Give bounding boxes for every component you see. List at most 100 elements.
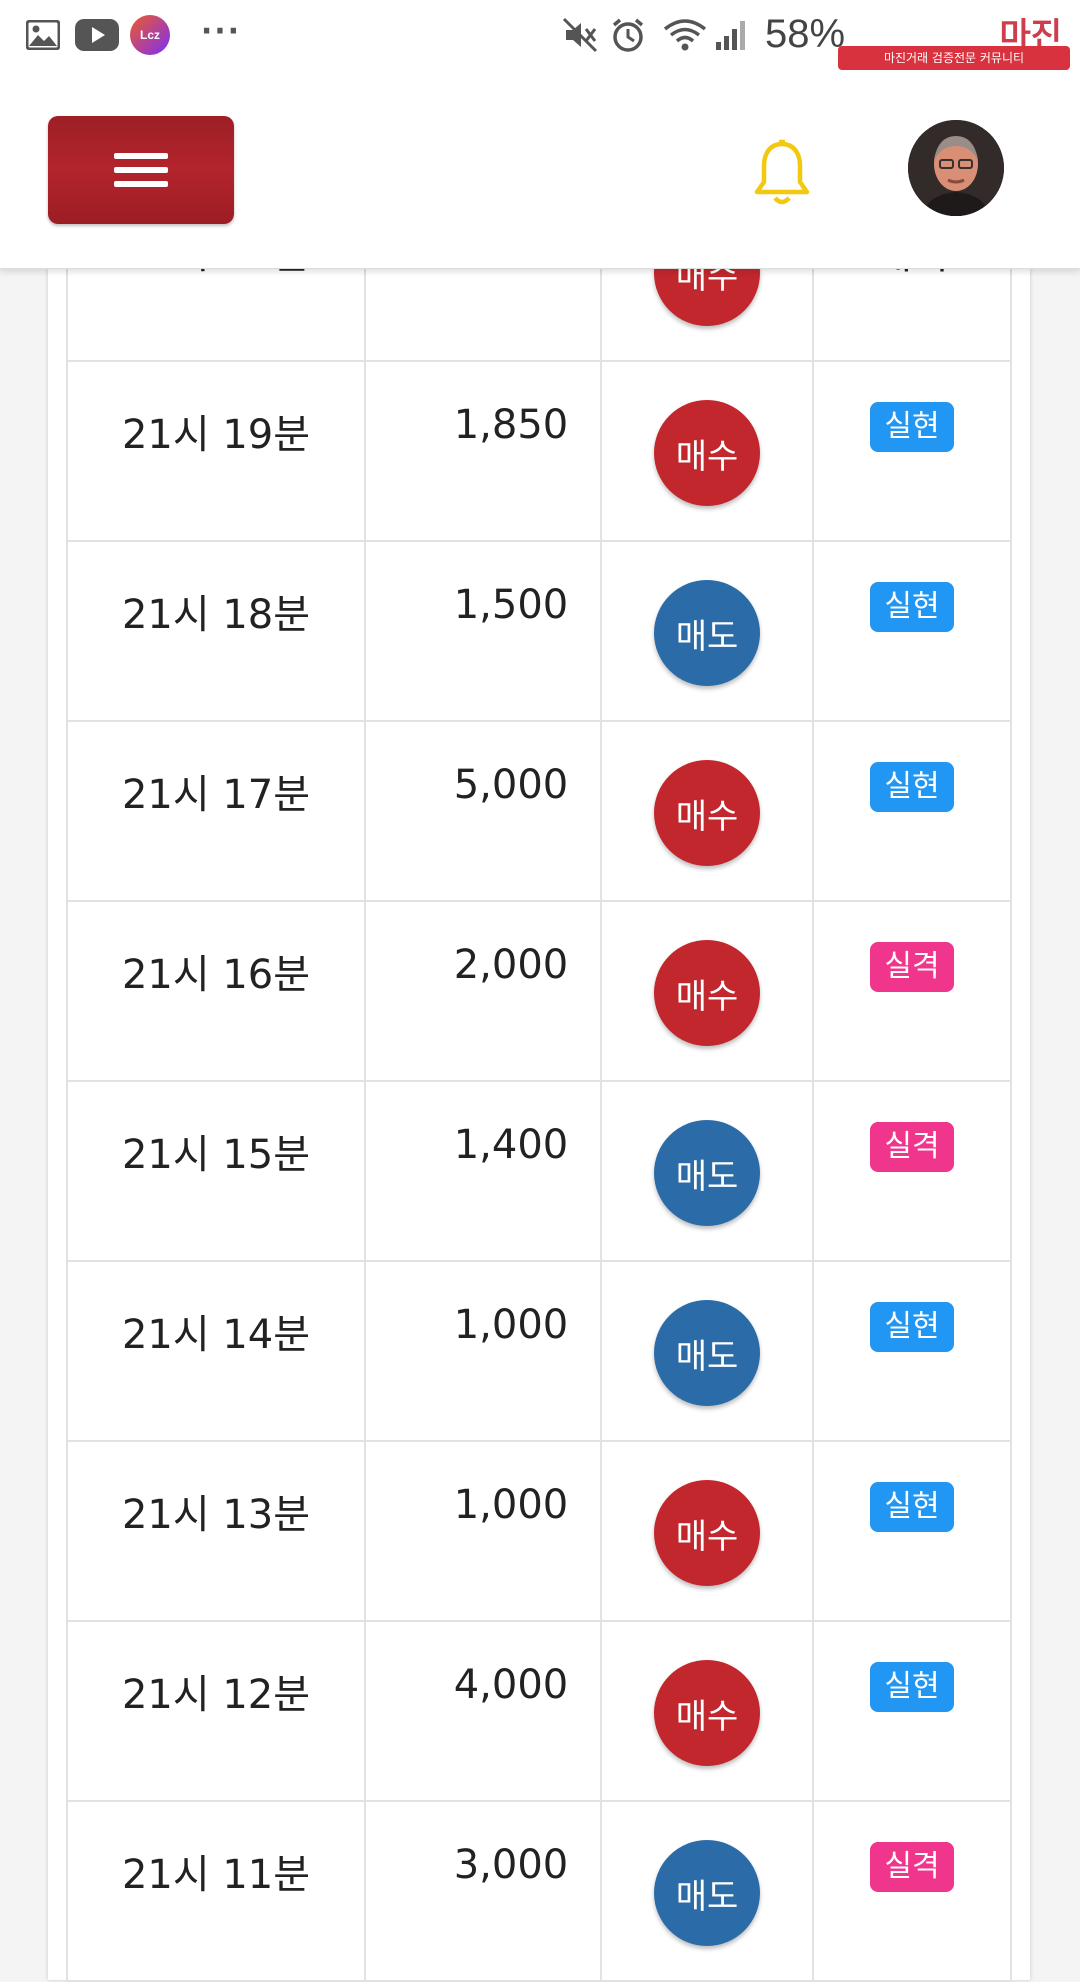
result-realized-badge: 실현 xyxy=(870,1662,954,1712)
hamburger-icon xyxy=(114,145,168,195)
watermark: 마진 마진거래 검증전문 커뮤니티 xyxy=(838,8,1070,70)
trade-time: 21시 15분 xyxy=(121,1132,311,1178)
sell-badge: 매도 xyxy=(654,580,760,686)
buy-badge: 매수 xyxy=(654,400,760,506)
table-row: 21시 18분 1,500 매도 실현 xyxy=(66,540,1012,722)
sell-badge: 매도 xyxy=(654,1300,760,1406)
trade-amount: 1,400 xyxy=(453,1122,569,1168)
table-row: 21시 15분 1,400 매도 실격 xyxy=(66,1080,1012,1262)
trade-history-table: 21시 20분1,015매수대기21시 19분1,850매수실현21시 18분1… xyxy=(66,180,1012,1982)
result-cell: 실현 xyxy=(812,540,1012,722)
table-row: 21시 11분 3,000 매도 실격 xyxy=(66,1800,1012,1982)
side-cell: 매수 xyxy=(600,900,814,1082)
time-cell: 21시 14분 xyxy=(66,1260,366,1442)
profile-avatar[interactable] xyxy=(908,120,1004,216)
time-cell: 21시 17분 xyxy=(66,720,366,902)
result-cell: 실현 xyxy=(812,720,1012,902)
mute-icon xyxy=(560,16,600,54)
result-realized-badge: 실현 xyxy=(870,582,954,632)
time-cell: 21시 16분 xyxy=(66,900,366,1082)
result-cell: 실격 xyxy=(812,1800,1012,1982)
result-realized-badge: 실현 xyxy=(870,1482,954,1532)
result-cell: 실현 xyxy=(812,1440,1012,1622)
trade-amount: 1,000 xyxy=(453,1302,569,1348)
result-cell: 실현 xyxy=(812,1620,1012,1802)
status-bar: Lcz ··· 58% 마진 마진거래 검증전문 커뮤니티 xyxy=(0,0,1080,72)
result-cell: 실현 xyxy=(812,1260,1012,1442)
buy-badge: 매수 xyxy=(654,760,760,866)
trade-amount: 1,500 xyxy=(453,582,569,628)
time-cell: 21시 18분 xyxy=(66,540,366,722)
alarm-icon xyxy=(608,16,648,54)
table-row: 21시 16분 2,000 매수 실격 xyxy=(66,900,1012,1082)
more-icon: ··· xyxy=(200,13,242,49)
amount-cell: 1,000 xyxy=(364,1440,602,1622)
side-cell: 매도 xyxy=(600,1800,814,1982)
result-realized-badge: 실현 xyxy=(870,762,954,812)
result-failed-badge: 실격 xyxy=(870,1122,954,1172)
side-cell: 매수 xyxy=(600,720,814,902)
youtube-icon xyxy=(74,16,120,54)
result-cell: 실격 xyxy=(812,1080,1012,1262)
menu-button[interactable] xyxy=(48,116,234,224)
trade-time: 21시 11분 xyxy=(121,1852,311,1898)
side-cell: 매도 xyxy=(600,540,814,722)
amount-cell: 1,850 xyxy=(364,360,602,542)
buy-badge: 매수 xyxy=(654,1660,760,1766)
side-cell: 매수 xyxy=(600,1440,814,1622)
trade-amount: 3,000 xyxy=(453,1842,569,1888)
trade-amount: 2,000 xyxy=(453,942,569,988)
time-cell: 21시 12분 xyxy=(66,1620,366,1802)
table-row: 21시 13분 1,000 매수 실현 xyxy=(66,1440,1012,1622)
app-header xyxy=(0,72,1080,269)
time-cell: 21시 13분 xyxy=(66,1440,366,1622)
amount-cell: 1,500 xyxy=(364,540,602,722)
time-cell: 21시 11분 xyxy=(66,1800,366,1982)
sell-badge: 매도 xyxy=(654,1840,760,1946)
buy-badge: 매수 xyxy=(654,940,760,1046)
amount-cell: 1,400 xyxy=(364,1080,602,1262)
amount-cell: 1,000 xyxy=(364,1260,602,1442)
trade-time: 21시 17분 xyxy=(121,772,311,818)
trade-history-card: 21시 20분1,015매수대기21시 19분1,850매수실현21시 18분1… xyxy=(48,180,1030,1982)
signal-icon xyxy=(712,16,750,54)
trade-amount: 4,000 xyxy=(453,1662,569,1708)
side-cell: 매도 xyxy=(600,1260,814,1442)
result-realized-badge: 실현 xyxy=(870,402,954,452)
trade-time: 21시 12분 xyxy=(121,1672,311,1718)
bell-icon[interactable] xyxy=(752,138,812,210)
time-cell: 21시 15분 xyxy=(66,1080,366,1262)
amount-cell: 5,000 xyxy=(364,720,602,902)
trade-amount: 1,850 xyxy=(453,402,569,448)
table-row: 21시 14분 1,000 매도 실현 xyxy=(66,1260,1012,1442)
gallery-icon xyxy=(24,16,62,54)
amount-cell: 2,000 xyxy=(364,900,602,1082)
result-cell: 실현 xyxy=(812,360,1012,542)
trade-time: 21시 13분 xyxy=(121,1492,311,1538)
trade-time: 21시 19분 xyxy=(121,412,311,458)
trade-time: 21시 14분 xyxy=(121,1312,311,1358)
wifi-icon xyxy=(660,16,710,54)
side-cell: 매도 xyxy=(600,1080,814,1262)
lazada-app-icon: Lcz xyxy=(130,15,170,55)
watermark-subtext: 마진거래 검증전문 커뮤니티 xyxy=(838,46,1070,70)
buy-badge: 매수 xyxy=(654,1480,760,1586)
result-failed-badge: 실격 xyxy=(870,942,954,992)
trade-time: 21시 18분 xyxy=(121,592,311,638)
side-cell: 매수 xyxy=(600,360,814,542)
time-cell: 21시 19분 xyxy=(66,360,366,542)
side-cell: 매수 xyxy=(600,1620,814,1802)
amount-cell: 3,000 xyxy=(364,1800,602,1982)
trade-time: 21시 16분 xyxy=(121,952,311,998)
battery-percent: 58% xyxy=(765,12,846,56)
table-row: 21시 17분 5,000 매수 실현 xyxy=(66,720,1012,902)
result-realized-badge: 실현 xyxy=(870,1302,954,1352)
trade-amount: 5,000 xyxy=(453,762,569,808)
amount-cell: 4,000 xyxy=(364,1620,602,1802)
result-failed-badge: 실격 xyxy=(870,1842,954,1892)
table-row: 21시 12분 4,000 매수 실현 xyxy=(66,1620,1012,1802)
sell-badge: 매도 xyxy=(654,1120,760,1226)
table-row: 21시 19분 1,850 매수 실현 xyxy=(66,360,1012,542)
result-cell: 실격 xyxy=(812,900,1012,1082)
trade-amount: 1,000 xyxy=(453,1482,569,1528)
